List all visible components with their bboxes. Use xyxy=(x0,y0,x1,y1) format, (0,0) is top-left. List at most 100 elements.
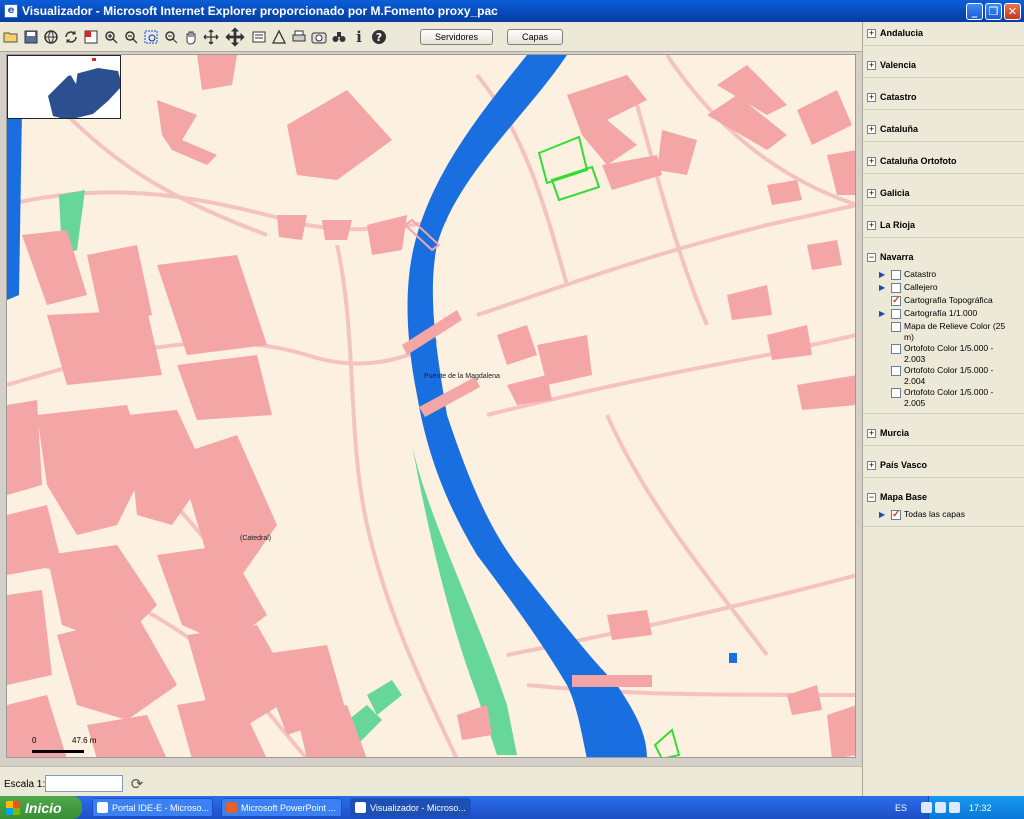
region-murcia[interactable]: + Murcia xyxy=(863,422,1024,446)
region-valencia[interactable]: + Valencia xyxy=(863,54,1024,78)
region-navarra-header[interactable]: − Navarra xyxy=(863,246,1024,269)
task-visualizador[interactable]: Visualizador - Microso... xyxy=(350,798,471,817)
ie-icon xyxy=(355,802,366,813)
layer-ortofoto-2003: Ortofoto Color 1/5.000 - 2.003 xyxy=(879,343,1022,365)
region-andalucia[interactable]: + Andalucia xyxy=(863,22,1024,46)
open-icon[interactable] xyxy=(2,27,20,47)
layer-todas-las-capas: ▶ ✓ Todas las capas xyxy=(879,509,965,520)
layer-ortofoto-2005: Ortofoto Color 1/5.000 - 2.005 xyxy=(879,387,1022,409)
pan-arrows-icon[interactable] xyxy=(222,26,248,47)
layer-checkbox[interactable] xyxy=(891,309,901,319)
zoom-box-icon[interactable] xyxy=(142,27,160,47)
expand-arrow-icon[interactable]: ▶ xyxy=(879,509,891,520)
language-indicator[interactable]: ES xyxy=(895,803,907,813)
zoom-minus-icon[interactable] xyxy=(162,27,180,47)
expand-icon[interactable]: + xyxy=(867,28,876,38)
ie-icon: e xyxy=(4,4,18,18)
taskbar: Inicio Portal IDE-E - Microso... Microso… xyxy=(0,796,1024,819)
tray-back-icon[interactable] xyxy=(921,802,933,813)
layer-checkbox[interactable] xyxy=(891,322,901,332)
layer-checkbox-checked[interactable]: ✓ xyxy=(891,510,901,520)
system-tray: ES 17:32 xyxy=(895,796,1024,819)
expand-icon[interactable]: + xyxy=(867,156,876,166)
region-cataluna[interactable]: + Cataluña xyxy=(863,118,1024,142)
scale-zero: 0 xyxy=(32,736,37,745)
layers-sidebar: + Andalucia + Valencia + Catastro + Cataluña… xyxy=(862,22,1024,796)
layer-mapa-relieve: Mapa de Relieve Color (25 m) xyxy=(879,321,1022,343)
restore-button[interactable]: ❐ xyxy=(985,2,1002,20)
layer-checkbox[interactable] xyxy=(891,366,901,376)
refresh-icon[interactable] xyxy=(62,27,80,47)
capas-button[interactable]: Capas xyxy=(507,28,564,45)
pan-hand-icon[interactable] xyxy=(182,27,200,47)
layer-cartografia-topografica: ✓ Cartografía Topográfica xyxy=(891,295,993,306)
task-powerpoint[interactable]: Microsoft PowerPoint ... xyxy=(221,798,342,817)
map-view[interactable] xyxy=(6,54,856,758)
expand-icon[interactable]: + xyxy=(867,220,876,230)
overview-map[interactable] xyxy=(7,55,121,119)
layer-catastro: ▶ Catastro xyxy=(879,269,937,280)
measure-icon[interactable] xyxy=(270,27,288,47)
info-icon[interactable]: i xyxy=(350,27,368,47)
scale-label: Escala 1: xyxy=(4,779,46,790)
expand-icon[interactable]: + xyxy=(867,124,876,134)
collapse-icon[interactable]: − xyxy=(867,492,876,502)
region-la-rioja[interactable]: + La Rioja xyxy=(863,214,1024,238)
region-catastro[interactable]: + Catastro xyxy=(863,86,1024,110)
layer-checkbox[interactable] xyxy=(891,344,901,354)
window-title: Visualizador - Microsoft Internet Explor… xyxy=(22,4,498,18)
scale-line xyxy=(32,750,84,753)
zoom-full-icon[interactable] xyxy=(82,27,100,47)
scale-input[interactable] xyxy=(45,775,123,792)
layer-checkbox[interactable] xyxy=(891,388,901,398)
layer-ortofoto-2004: Ortofoto Color 1/5.000 - 2.004 xyxy=(879,365,1022,387)
volume-icon[interactable] xyxy=(949,802,961,813)
network-icon[interactable] xyxy=(935,802,947,813)
region-galicia[interactable]: + Galicia xyxy=(863,182,1024,206)
legend-icon[interactable] xyxy=(250,27,268,47)
region-mapa-base: − Mapa Base ▶ ✓ Todas las capas xyxy=(863,486,1024,527)
scale-refresh-icon[interactable]: ⟳ xyxy=(128,775,146,793)
close-button[interactable]: ✕ xyxy=(1004,2,1021,20)
region-cataluna-ortofoto[interactable]: + Cataluña Ortofoto xyxy=(863,150,1024,174)
powerpoint-icon xyxy=(226,802,237,813)
zoom-in-icon[interactable] xyxy=(102,27,120,47)
expand-arrow-icon[interactable]: ▶ xyxy=(879,308,891,319)
expand-icon[interactable]: + xyxy=(867,188,876,198)
collapse-icon[interactable]: − xyxy=(867,252,876,262)
zoom-out-icon[interactable] xyxy=(122,27,140,47)
expand-arrow-icon[interactable]: ▶ xyxy=(879,269,891,280)
globe-icon[interactable] xyxy=(42,27,60,47)
save-icon[interactable] xyxy=(22,27,40,47)
region-mapa-base-header[interactable]: − Mapa Base xyxy=(863,486,1024,509)
windows-logo-icon xyxy=(6,800,20,815)
expand-arrow-icon[interactable]: ▶ xyxy=(879,282,891,293)
scale-distance: 47.6 m xyxy=(72,736,97,745)
expand-icon[interactable]: + xyxy=(867,460,876,470)
camera-icon[interactable] xyxy=(310,27,328,47)
layer-callejero: ▶ Callejero xyxy=(879,282,938,293)
expand-icon[interactable]: + xyxy=(867,92,876,102)
expand-icon[interactable]: + xyxy=(867,60,876,70)
region-navarra: − Navarra ▶ Catastro ▶ Callejero ✓ Cartograf… xyxy=(863,246,1024,414)
ie-icon xyxy=(97,802,108,813)
minimize-button[interactable]: _ xyxy=(966,2,983,20)
layer-checkbox[interactable] xyxy=(891,270,901,280)
help-icon[interactable]: ? xyxy=(370,27,388,47)
viewport-marker xyxy=(92,58,96,61)
servidores-button[interactable]: Servidores xyxy=(420,28,494,45)
move-icon[interactable] xyxy=(202,27,220,47)
expand-icon[interactable]: + xyxy=(867,428,876,438)
region-pais-vasco[interactable]: + País Vasco xyxy=(863,454,1024,478)
layer-checkbox-checked[interactable]: ✓ xyxy=(891,296,901,306)
label-puente-magdalena: Puente de la Magdalena xyxy=(424,373,500,380)
task-portal-ide[interactable]: Portal IDE-E - Microso... xyxy=(92,798,213,817)
print-icon[interactable] xyxy=(290,27,308,47)
start-button[interactable]: Inicio xyxy=(0,796,82,819)
map-toolbar: i ? Servidores Capas xyxy=(0,22,862,52)
svg-text:?: ? xyxy=(376,31,382,44)
layer-checkbox[interactable] xyxy=(891,283,901,293)
map-canvas[interactable] xyxy=(7,55,856,758)
clock: 17:32 xyxy=(969,802,992,813)
binoculars-icon[interactable] xyxy=(330,27,348,47)
